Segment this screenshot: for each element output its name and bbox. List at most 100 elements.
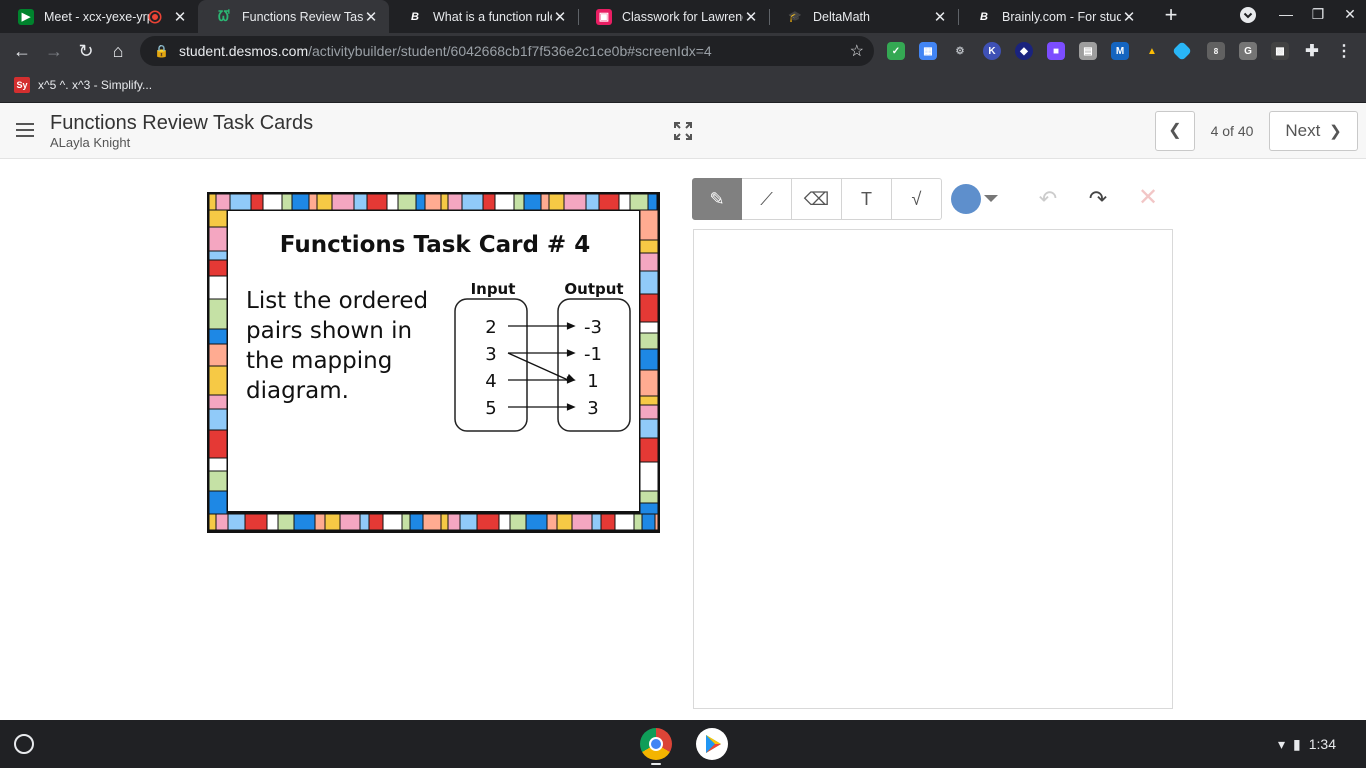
reload-icon[interactable]: ↻ (74, 39, 98, 63)
extension-icon[interactable]: ◆ (1015, 42, 1033, 60)
back-icon[interactable]: ← (10, 39, 34, 63)
restore-icon[interactable]: ❐ (1306, 6, 1330, 26)
lock-icon: 🔒 (154, 44, 169, 58)
brainly-icon: B (980, 10, 988, 23)
extensions-puzzle-icon[interactable]: ✚ (1303, 42, 1321, 60)
eraser-tool[interactable]: ⌫ (792, 178, 842, 220)
extension-badge: 8 (1213, 46, 1219, 56)
g-extension-icon[interactable]: G (1239, 42, 1257, 60)
brainly-icon: B (411, 10, 419, 23)
input-value: 4 (485, 371, 496, 392)
chevron-left-icon: ❮ (1168, 122, 1182, 139)
tab-brainly-home[interactable]: B Brainly.com - For stude ✕ (958, 0, 1147, 33)
launcher-icon[interactable] (14, 734, 34, 754)
text-tool[interactable]: T (842, 178, 892, 220)
desmos-icon: ᘺ (218, 8, 230, 24)
classroom-icon: ▣ (596, 8, 612, 25)
tab-title: DeltaMath (813, 9, 870, 24)
bookmark-star-icon[interactable]: ☆ (850, 41, 864, 61)
chrome-app-icon[interactable] (640, 728, 672, 760)
pen-color-swatch[interactable] (951, 184, 981, 214)
pencil-tool[interactable]: ✎ (692, 178, 742, 220)
shield-extension-icon[interactable]: ✓ (887, 42, 905, 60)
tab-meet[interactable]: ▶ Meet - xcx-yexe-yrp ✕ (0, 0, 198, 33)
clock: 1:34 (1308, 736, 1336, 752)
output-label: Output (564, 280, 623, 298)
sketch-toolbar: ✎ ⟋ ⌫ T √ (692, 178, 942, 220)
card-heading: Functions Task Card # 4 (280, 232, 590, 258)
activity-title: Functions Review Task Cards (50, 112, 314, 134)
output-value: 1 (587, 371, 598, 392)
status-tray[interactable]: ▾ ▮ 1:34 (1266, 729, 1360, 759)
new-tab-button[interactable]: + (1160, 4, 1182, 28)
running-indicator (651, 763, 661, 765)
bookmark-item[interactable]: Sy x^5 ^. x^3 - Simplify... (14, 77, 152, 93)
minimize-icon[interactable]: — (1274, 6, 1298, 26)
extension-icon[interactable]: ▦ (919, 42, 937, 60)
drive-extension-icon[interactable]: ▲ (1143, 42, 1161, 60)
caret-down-icon[interactable] (984, 195, 998, 202)
extension-icon[interactable]: ⚙ (951, 42, 969, 60)
close-icon[interactable]: ✕ (552, 8, 568, 26)
battery-icon: ▮ (1293, 735, 1301, 752)
play-store-icon[interactable] (696, 728, 728, 760)
tab-search-icon[interactable] (1236, 6, 1260, 26)
prompt-line: diagram. (246, 378, 349, 404)
undo-icon[interactable]: ↶ (1036, 187, 1060, 211)
close-window-icon[interactable]: ✕ (1338, 6, 1362, 26)
next-screen-button[interactable]: Next ❯ (1269, 111, 1358, 151)
extension-icon[interactable]: ▩ (1271, 42, 1289, 60)
text-icon: T (861, 188, 872, 209)
k-extension-icon[interactable]: K (983, 42, 1001, 60)
close-icon[interactable]: ✕ (932, 8, 948, 26)
extension-icon[interactable] (1172, 41, 1192, 61)
redo-icon[interactable]: ↷ (1086, 187, 1110, 211)
input-value: 3 (485, 344, 496, 365)
wifi-icon: ▾ (1278, 735, 1286, 752)
bookmarks-bar: Sy x^5 ^. x^3 - Simplify... (0, 69, 1366, 103)
close-icon[interactable]: ✕ (1121, 8, 1137, 26)
output-value: 3 (587, 398, 598, 419)
address-bar[interactable]: 🔒 student.desmos.com /activitybuilder/st… (140, 36, 874, 66)
browser-tab-strip: ▶ Meet - xcx-yexe-yrp ✕ ᘺ Functions Revi… (0, 0, 1366, 33)
task-card-image: Functions Task Card # 4 List the ordered… (207, 192, 660, 533)
tab-classwork[interactable]: ▣ Classwork for Lawrence ✕ (578, 0, 769, 33)
extension-icon[interactable]: ■ (1047, 42, 1065, 60)
bookmark-label: x^5 ^. x^3 - Simplify... (38, 78, 153, 92)
close-icon[interactable]: ✕ (172, 8, 188, 26)
extension-letter: G (1244, 45, 1252, 57)
extension-icon[interactable]: ▤ (1079, 42, 1097, 60)
math-tool[interactable]: √ (892, 178, 942, 220)
output-value: -1 (584, 344, 602, 365)
eraser-icon: ⌫ (803, 188, 830, 209)
tab-functions-review[interactable]: ᘺ Functions Review Task ✕ (198, 0, 389, 33)
tab-deltamath[interactable]: 🎓 DeltaMath ✕ (769, 0, 958, 33)
previous-screen-button[interactable]: ❮ (1155, 111, 1195, 151)
deltamath-icon: 🎓 (788, 11, 802, 23)
clear-sketch-icon[interactable]: ✕ (1136, 186, 1160, 210)
fullscreen-icon[interactable] (674, 122, 692, 140)
forward-icon[interactable]: → (42, 39, 66, 63)
meet-icon: ▶ (18, 8, 34, 25)
browser-toolbar: ← → ↻ ⌂ 🔒 student.desmos.com /activitybu… (0, 33, 1366, 69)
tab-brainly-function-rule[interactable]: B What is a function rule ✕ (389, 0, 578, 33)
prompt-line: List the ordered (246, 288, 428, 314)
tab-title: What is a function rule (433, 9, 552, 24)
output-value: -3 (584, 317, 602, 338)
tab-title: Brainly.com - For stude (1002, 9, 1121, 24)
line-tool[interactable]: ⟋ (742, 178, 792, 220)
line-icon: ⟋ (760, 188, 773, 209)
home-icon[interactable]: ⌂ (106, 39, 130, 63)
menu-icon[interactable] (16, 123, 34, 137)
input-value: 5 (485, 398, 496, 419)
next-label: Next (1285, 121, 1321, 140)
prompt-line: pairs shown in (246, 318, 412, 344)
sketch-canvas[interactable] (693, 229, 1173, 709)
input-value: 2 (485, 317, 496, 338)
m-extension-icon[interactable]: M (1111, 42, 1129, 60)
extension-icon[interactable]: 8 (1207, 42, 1225, 60)
close-icon[interactable]: ✕ (363, 8, 379, 26)
close-icon[interactable]: ✕ (743, 8, 759, 26)
menu-kebab-icon[interactable]: ⋮ (1335, 42, 1353, 60)
activity-header: Functions Review Task Cards ALayla Knigh… (0, 103, 1366, 159)
